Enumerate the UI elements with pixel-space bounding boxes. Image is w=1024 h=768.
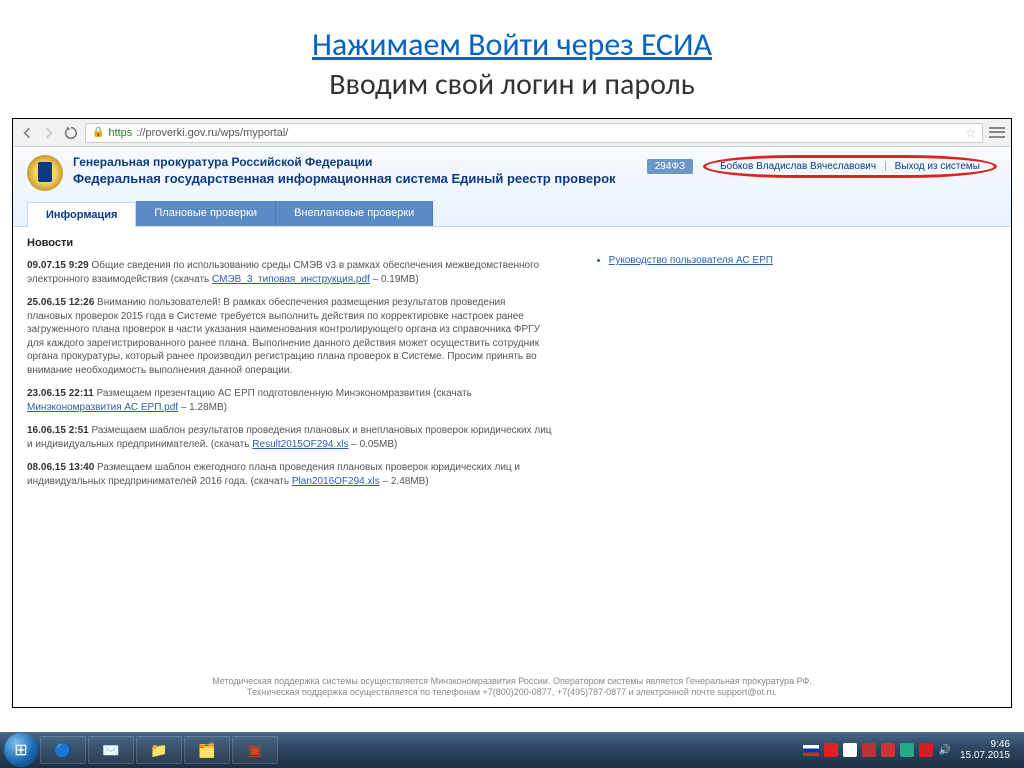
news-item: 09.07.15 9:29 Общие сведения по использо… <box>27 259 553 286</box>
tray-icon[interactable] <box>900 743 914 757</box>
news-date: 09.07.15 9:29 <box>27 260 89 271</box>
site-header: Генеральная прокуратура Российской Федер… <box>13 147 1011 227</box>
logo-icon <box>27 155 63 191</box>
news-item: 25.06.15 12:26 Вниманию пользователей! В… <box>27 296 553 377</box>
news-link[interactable]: Plan2016OF294.xls <box>292 476 380 487</box>
menu-icon[interactable] <box>989 126 1005 140</box>
lock-icon: 🔒 <box>92 127 104 138</box>
start-button[interactable]: ⊞ <box>4 733 38 767</box>
forward-button[interactable] <box>41 125 57 141</box>
page-content: Генеральная прокуратура Российской Федер… <box>13 147 1011 707</box>
taskbar-app-explorer[interactable]: 📁 <box>136 736 182 764</box>
footer-line2: Техническая поддержка осуществляется по … <box>13 687 1011 699</box>
bookmark-star-icon[interactable]: ☆ <box>965 126 976 140</box>
clock-date: 15.07.2015 <box>960 750 1010 761</box>
tray-icon[interactable] <box>843 743 857 757</box>
tray-icon[interactable] <box>919 743 933 757</box>
volume-icon[interactable]: 🔊 <box>938 745 950 756</box>
news-list: 09.07.15 9:29 Общие сведения по использо… <box>27 259 553 488</box>
taskbar-app-chrome[interactable]: 🔵 <box>40 736 86 764</box>
tabs: Информация Плановые проверки Внеплановые… <box>27 201 997 226</box>
url-rest: ://proverki.gov.ru/wps/myportal/ <box>136 127 288 139</box>
language-icon[interactable] <box>803 745 819 756</box>
news-link[interactable]: Минэкономразвития АС ЕРП.pdf <box>27 402 178 413</box>
news-item: 08.06.15 13:40 Размещаем шаблон ежегодно… <box>27 461 553 488</box>
back-button[interactable] <box>19 125 35 141</box>
news-heading: Новости <box>27 237 553 249</box>
taskbar: ⊞ 🔵 ✉️ 📁 🗂️ ▣ 🔊 9:46 15.07.2015 <box>0 732 1024 768</box>
slide-title-line2: Вводим свой логин и пароль <box>20 66 1004 103</box>
news-date: 25.06.15 12:26 <box>27 297 94 308</box>
guide-link[interactable]: Руководство пользователя АС ЕРП <box>609 255 773 266</box>
user-area-highlight: Бобков Владислав Вячеславович | Выход из… <box>703 155 997 178</box>
news-item: 23.06.15 22:11 Размещаем презентацию АС … <box>27 387 553 414</box>
reload-button[interactable] <box>63 125 79 141</box>
url-https: https <box>108 127 132 139</box>
browser-window: 🔒 https://proverki.gov.ru/wps/myportal/ … <box>12 118 1012 708</box>
slide-title-line1: Нажимаем Войти через ЕСИА <box>20 25 1004 64</box>
slide-title: Нажимаем Войти через ЕСИА Вводим свой ло… <box>0 0 1024 118</box>
clock[interactable]: 9:46 15.07.2015 <box>956 739 1014 761</box>
tray-icon[interactable] <box>824 743 838 757</box>
browser-toolbar: 🔒 https://proverki.gov.ru/wps/myportal/ … <box>13 119 1011 147</box>
taskbar-app-powerpoint[interactable]: ▣ <box>232 736 278 764</box>
tab-unplanned[interactable]: Внеплановые проверки <box>276 201 433 226</box>
clock-time: 9:46 <box>960 739 1010 750</box>
news-date: 08.06.15 13:40 <box>27 462 94 473</box>
taskbar-app-folder[interactable]: 🗂️ <box>184 736 230 764</box>
tray-icon[interactable] <box>881 743 895 757</box>
news-date: 23.06.15 22:11 <box>27 388 94 399</box>
news-column: Новости 09.07.15 9:29 Общие сведения по … <box>27 237 553 498</box>
tab-planned[interactable]: Плановые проверки <box>136 201 276 226</box>
side-column: Руководство пользователя АС ЕРП <box>593 237 997 498</box>
system-tray: 🔊 9:46 15.07.2015 <box>803 739 1020 761</box>
content-area: Новости 09.07.15 9:29 Общие сведения по … <box>13 227 1011 508</box>
header-right: 294ФЗ Бобков Владислав Вячеславович | Вы… <box>647 155 997 178</box>
footer-line1: Методическая поддержка системы осуществл… <box>13 676 1011 688</box>
separator: | <box>884 161 887 172</box>
taskbar-app-outlook[interactable]: ✉️ <box>88 736 134 764</box>
user-name[interactable]: Бобков Владислав Вячеславович <box>720 161 876 172</box>
news-date: 16.06.15 2:51 <box>27 425 89 436</box>
news-item: 16.06.15 2:51 Размещаем шаблон результат… <box>27 424 553 451</box>
news-link[interactable]: СМЭВ_3_типовая_инструкция.pdf <box>212 274 370 285</box>
tab-information[interactable]: Информация <box>27 202 136 227</box>
tray-icon[interactable] <box>862 743 876 757</box>
page-footer: Методическая поддержка системы осуществл… <box>13 676 1011 699</box>
address-bar[interactable]: 🔒 https://proverki.gov.ru/wps/myportal/ … <box>85 123 983 143</box>
news-link[interactable]: Result2015OF294.xls <box>252 439 348 450</box>
logout-link[interactable]: Выход из системы <box>895 161 980 172</box>
badge-294fz[interactable]: 294ФЗ <box>647 159 693 174</box>
